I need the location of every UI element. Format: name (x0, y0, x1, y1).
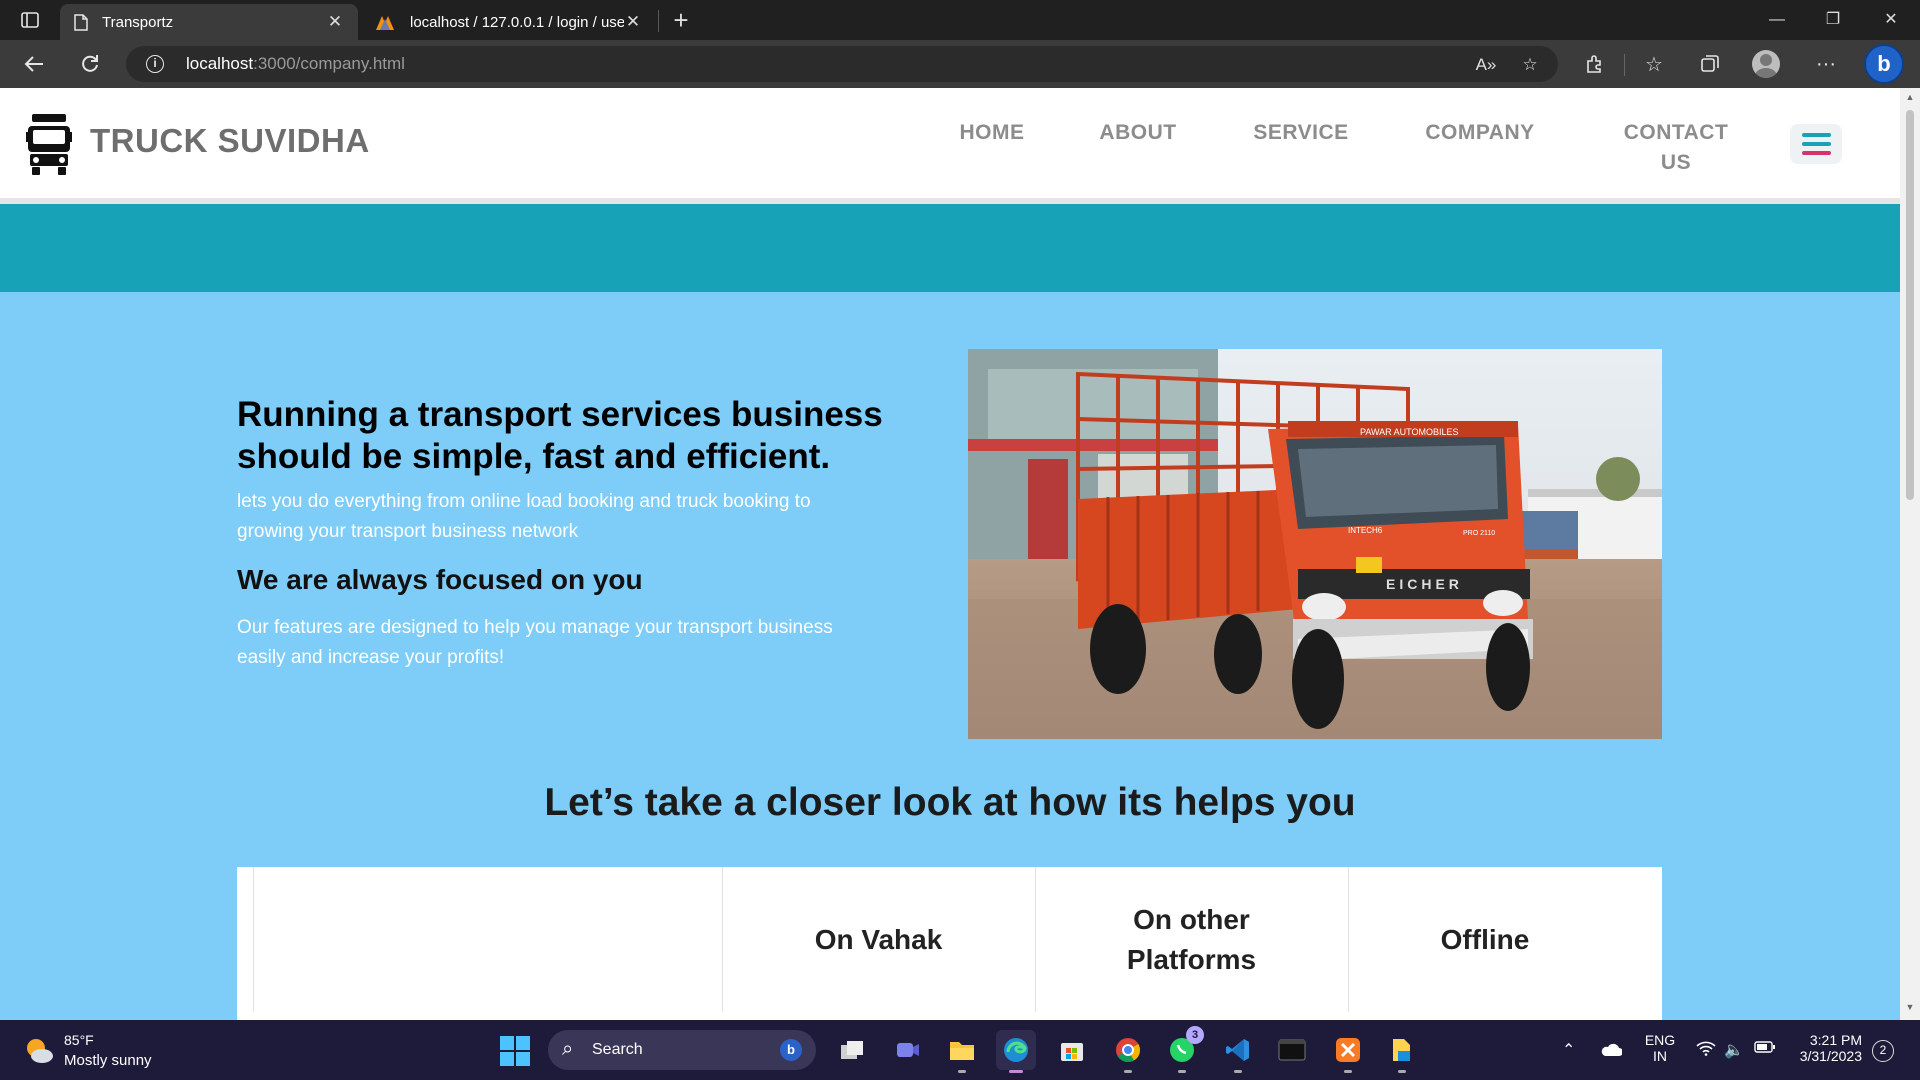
read-aloud-icon[interactable]: A» (1474, 53, 1498, 77)
hero-features-text: Our features are designed to help you ma… (237, 617, 833, 668)
hero-title: Running a transport services business sh… (237, 395, 883, 476)
partly-sunny-icon[interactable] (24, 1036, 54, 1064)
toolbar-divider (1624, 54, 1625, 76)
model-badge: INTECH6 (1348, 526, 1383, 535)
volume-icon[interactable]: 🔈 (1724, 1040, 1744, 1060)
tab-transportz[interactable]: Transportz ✕ (60, 4, 358, 40)
collections-icon[interactable] (1696, 50, 1724, 78)
address-bar[interactable]: i localhost:3000/company.html A» ☆ (126, 46, 1558, 82)
edge-browser-icon[interactable] (996, 1030, 1036, 1073)
scrollbar-thumb[interactable] (1906, 110, 1914, 500)
new-tab-icon[interactable]: + (666, 6, 696, 36)
terminal-icon[interactable] (1272, 1030, 1312, 1070)
search-icon: ⌕ (562, 1038, 574, 1060)
hero-subtitle: We are always focused on you (237, 564, 643, 595)
nav-service[interactable]: SERVICE (1246, 118, 1356, 148)
scroll-up-icon[interactable]: ▲ (1900, 92, 1920, 102)
weather-description[interactable]: Mostly sunny (64, 1052, 152, 1069)
task-view-icon[interactable] (832, 1030, 872, 1070)
favorites-icon[interactable]: ☆ (1640, 50, 1668, 78)
tab-actions-icon[interactable] (14, 8, 46, 32)
back-arrow-icon[interactable] (20, 50, 48, 78)
column-header-other-platforms: On other Platforms (1126, 903, 1257, 975)
language-indicator[interactable]: ENG IN (1640, 1032, 1680, 1064)
teal-banner (0, 204, 1900, 292)
url-text[interactable]: localhost:3000/company.html (186, 54, 405, 74)
tab-title: localhost / 127.0.0.1 / login / use (410, 13, 624, 31)
tab-phpmyadmin[interactable]: localhost / 127.0.0.1 / login / use ✕ (360, 4, 656, 40)
extensions-icon[interactable] (1580, 50, 1608, 78)
scroll-down-icon[interactable]: ▼ (1900, 1002, 1920, 1012)
wifi-icon[interactable] (1696, 1040, 1716, 1061)
bing-chat-icon[interactable]: b (1864, 44, 1904, 84)
weather-temperature[interactable]: 85°F (64, 1032, 94, 1048)
site-info-icon[interactable]: i (146, 55, 164, 73)
battery-icon[interactable] (1754, 1040, 1776, 1059)
dealer-sign: PAWAR AUTOMOBILES (1360, 427, 1459, 437)
profile-avatar[interactable] (1752, 50, 1780, 78)
hero-description: lets you do everything from online load … (237, 491, 811, 542)
close-tab-icon[interactable]: ✕ (326, 12, 344, 32)
file-manager-icon[interactable] (1382, 1030, 1422, 1073)
teams-meet-icon[interactable] (888, 1030, 928, 1070)
whatsapp-unread-badge: 3 (1186, 1026, 1204, 1044)
restore-icon[interactable]: ❐ (1808, 6, 1858, 34)
bing-icon: b (780, 1039, 802, 1061)
column-header-empty (253, 867, 722, 1012)
xampp-icon[interactable] (1328, 1030, 1368, 1073)
search-label: Search (592, 1041, 643, 1058)
nav-about[interactable]: ABOUT (1094, 118, 1182, 148)
nav-contact-us[interactable]: CONTACT US (1612, 118, 1740, 178)
section-title: Let’s take a closer look at how its help… (544, 781, 1356, 824)
phpmyadmin-icon (376, 16, 394, 30)
onedrive-icon[interactable] (1600, 1042, 1622, 1058)
add-favorite-icon[interactable]: ☆ (1518, 53, 1542, 77)
site-header: TRUCK SUVIDHA HOME ABOUT SERVICE COMPANY… (0, 88, 1900, 204)
truck-photo: PAWAR AUTOMOBILES EICHER INTECH6 PRO 211… (968, 349, 1662, 739)
comparison-table: On Vahak On other Platforms Offline (237, 867, 1662, 1020)
refresh-icon[interactable] (76, 50, 104, 78)
chrome-icon[interactable] (1108, 1030, 1148, 1073)
truck-logo-icon[interactable] (26, 112, 72, 176)
column-header-on-vahak: On Vahak (814, 923, 943, 955)
minimize-icon[interactable]: — (1752, 6, 1802, 34)
whatsapp-icon[interactable]: 3 (1162, 1026, 1204, 1073)
page-scrollbar[interactable]: ▲ ▼ (1900, 88, 1920, 1020)
windows-start-icon[interactable] (500, 1036, 530, 1066)
variant-badge: PRO 2110 (1463, 530, 1495, 537)
close-window-icon[interactable]: ✕ (1866, 6, 1916, 34)
windows-taskbar: 85°F Mostly sunny ⌕ Search b 3 ⌃ ENG IN … (0, 1020, 1920, 1080)
nav-company[interactable]: COMPANY (1420, 118, 1540, 148)
browser-toolbar: i localhost:3000/company.html A» ☆ ☆ ···… (0, 40, 1920, 88)
nav-home[interactable]: HOME (952, 118, 1032, 148)
hamburger-menu-icon[interactable] (1790, 124, 1842, 164)
tab-title: Transportz (102, 13, 174, 31)
page-icon (74, 13, 88, 31)
tab-separator (658, 10, 659, 32)
vscode-icon[interactable] (1218, 1030, 1258, 1073)
microsoft-store-icon[interactable] (1052, 1030, 1092, 1070)
show-hidden-icons[interactable]: ⌃ (1562, 1040, 1575, 1060)
brand-name[interactable]: TRUCK SUVIDHA (90, 122, 370, 160)
close-tab-icon[interactable]: ✕ (624, 12, 642, 32)
system-clock[interactable]: 3:21 PM 3/31/2023 (1788, 1032, 1862, 1064)
taskbar-search[interactable]: ⌕ Search b (548, 1030, 816, 1070)
page-viewport: TRUCK SUVIDHA HOME ABOUT SERVICE COMPANY… (0, 88, 1900, 1020)
file-explorer-icon[interactable] (942, 1030, 982, 1073)
browser-tab-strip: Transportz ✕ localhost / 127.0.0.1 / log… (0, 0, 1920, 40)
grille-brand: EICHER (1386, 576, 1463, 592)
notifications-badge[interactable]: 2 (1872, 1040, 1894, 1062)
column-header-offline: Offline (1440, 923, 1530, 955)
more-options-icon[interactable]: ··· (1812, 50, 1840, 78)
